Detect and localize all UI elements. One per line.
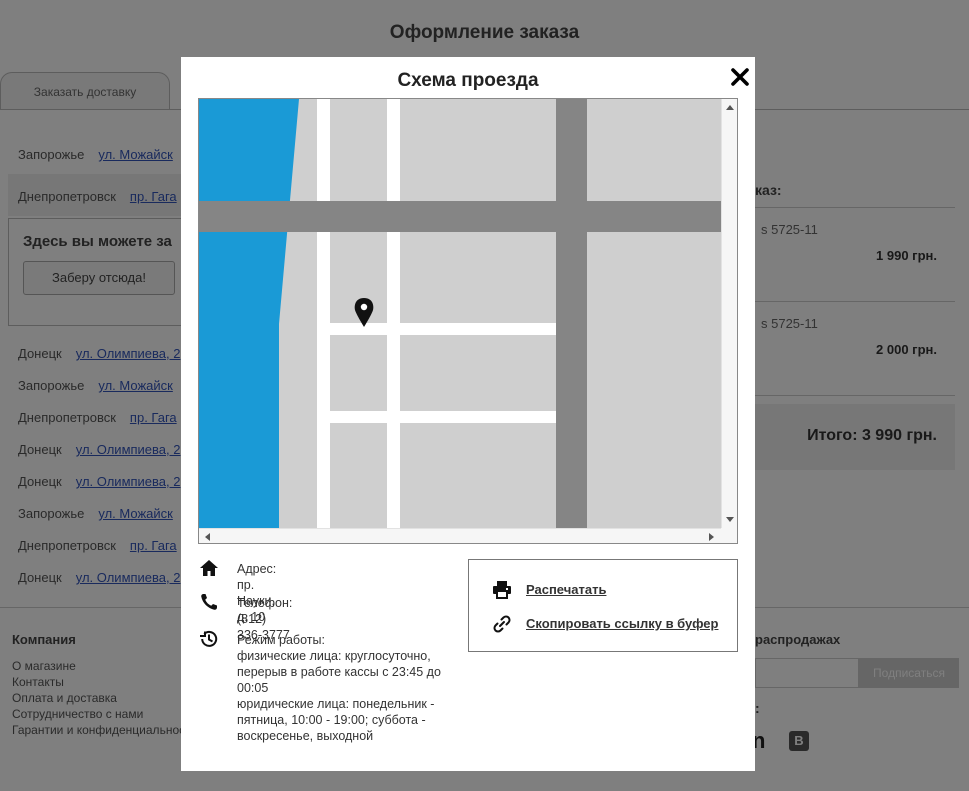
print-label[interactable]: Распечатать	[526, 582, 606, 597]
copy-link-label[interactable]: Скопировать ссылку в буфер	[526, 616, 718, 631]
map-major-road	[199, 201, 721, 232]
map-street	[387, 99, 400, 528]
history-clock-icon	[200, 630, 218, 647]
actions-panel: Распечатать Скопировать ссылку в буфер	[468, 559, 738, 652]
modal-title: Схема проезда	[397, 70, 539, 91]
scroll-up-icon[interactable]	[726, 105, 734, 110]
map-major-road	[556, 99, 587, 528]
map-street	[317, 99, 330, 528]
map-street	[330, 411, 556, 423]
scroll-corner	[721, 528, 737, 543]
link-icon	[493, 615, 511, 633]
close-icon[interactable]	[729, 66, 751, 88]
hours-legal-entities: юридические лица: понедельник - пятница,…	[237, 697, 435, 743]
directions-modal: Схема проезда Адрес: пр. Науки, д. 10 Те…	[181, 57, 755, 771]
map-horizontal-scrollbar[interactable]	[199, 528, 721, 543]
working-hours: Режим работы: физические лица: круглосут…	[237, 632, 467, 744]
scroll-down-icon[interactable]	[726, 517, 734, 522]
hours-label: Режим работы:	[237, 633, 325, 647]
map-view[interactable]	[198, 98, 738, 544]
scroll-right-icon[interactable]	[709, 533, 714, 541]
map-canvas[interactable]	[199, 99, 721, 528]
printer-icon	[493, 581, 511, 599]
home-icon	[200, 560, 218, 576]
map-vertical-scrollbar[interactable]	[721, 99, 737, 528]
phone-icon	[201, 594, 217, 610]
scroll-left-icon[interactable]	[205, 533, 210, 541]
hours-individuals: физические лица: круглосуточно, перерыв …	[237, 649, 441, 695]
